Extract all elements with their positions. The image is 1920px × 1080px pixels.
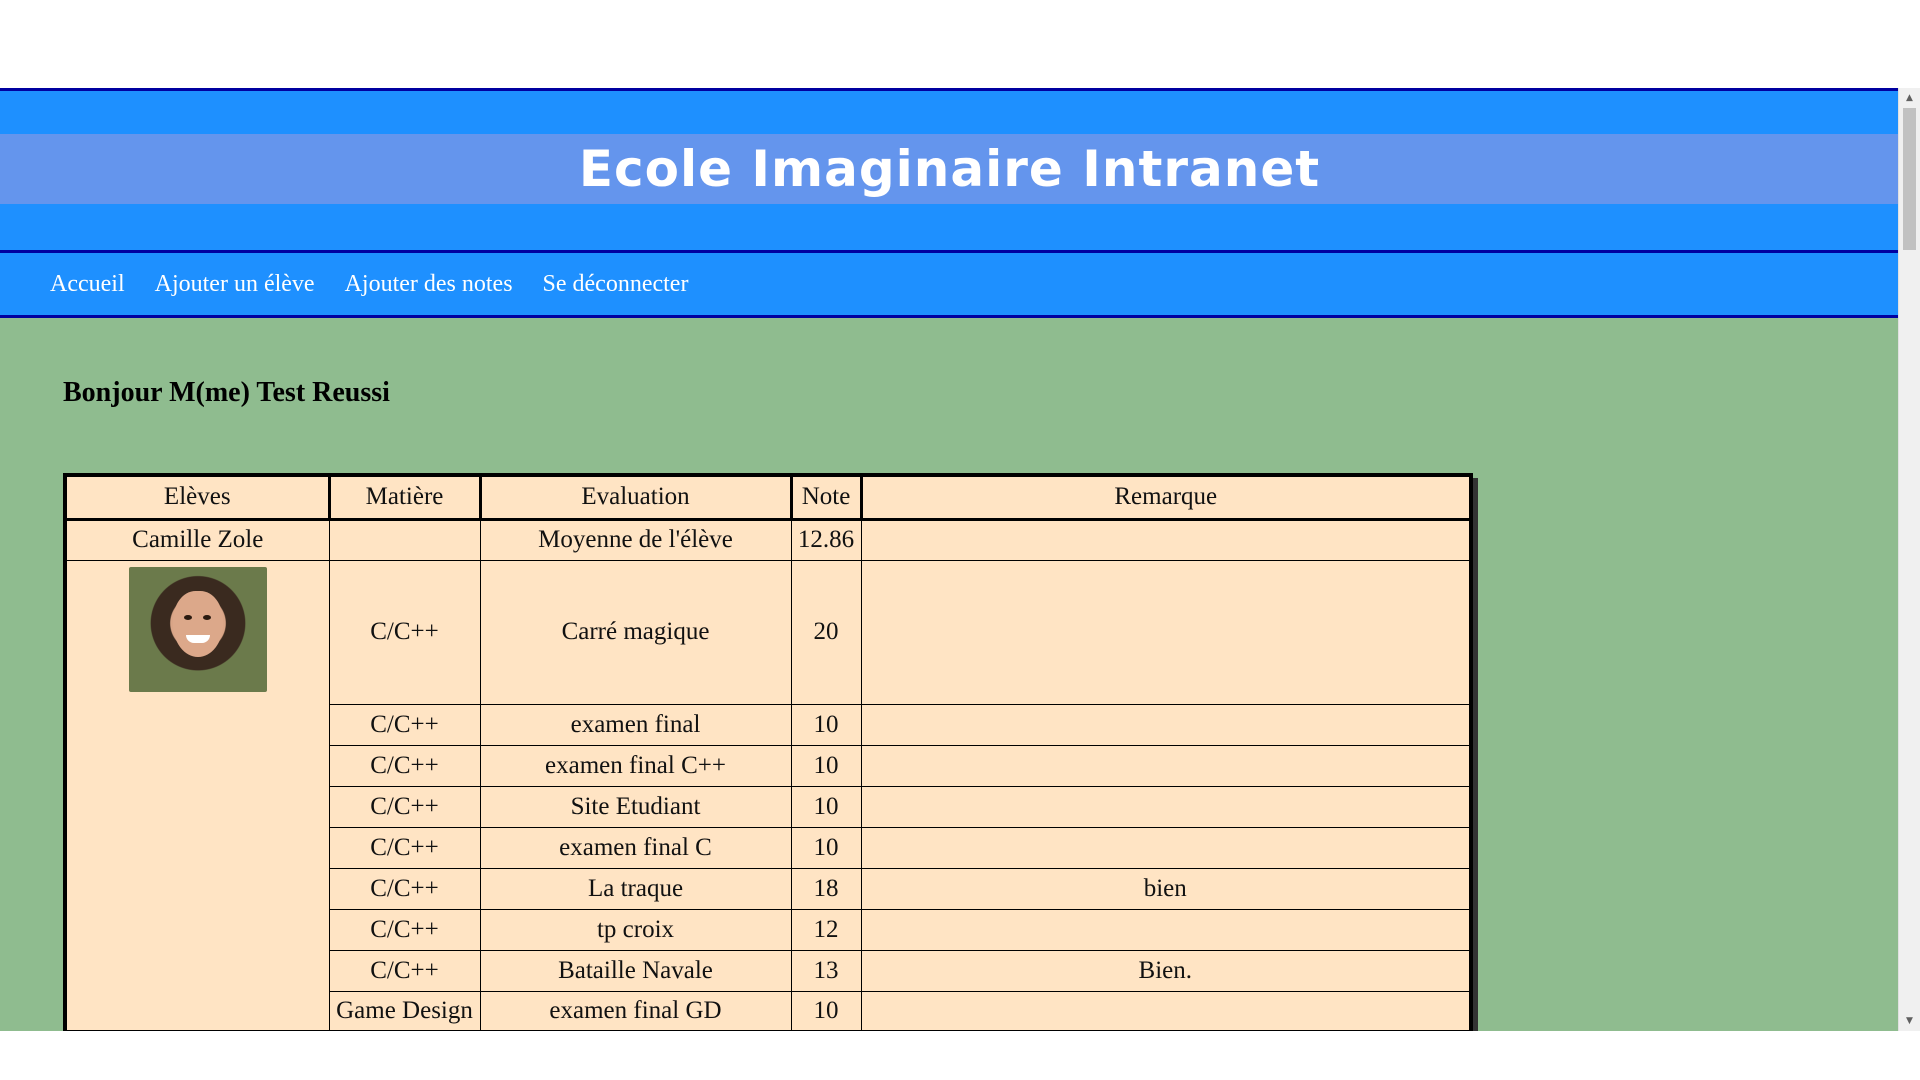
- row-remark: [860, 990, 1472, 1031]
- site-header: Ecole Imaginaire Intranet: [0, 88, 1899, 253]
- row-note: 18: [790, 867, 862, 910]
- row-evaluation: Bataille Navale: [479, 949, 792, 992]
- student-summary-row: Camille Zole Moyenne de l'élève 12.86: [64, 518, 1472, 561]
- site-title: Ecole Imaginaire Intranet: [578, 140, 1321, 198]
- row-evaluation: Site Etudiant: [479, 785, 792, 828]
- row-remark: [860, 785, 1472, 828]
- row-evaluation: examen final: [479, 703, 792, 746]
- row-subject: C/C++: [328, 908, 481, 951]
- row-note: 10: [790, 744, 862, 787]
- student-name: Camille Zole: [64, 518, 330, 561]
- browser-viewport: Ecole Imaginaire Intranet Accueil Ajoute…: [0, 88, 1920, 1031]
- row-evaluation: examen final GD: [479, 990, 792, 1031]
- table-header-row: Elèves Matière Evaluation Note Remarque: [64, 474, 1472, 521]
- row-subject: C/C++: [328, 867, 481, 910]
- row-note: 10: [790, 826, 862, 869]
- row-subject: C/C++: [328, 559, 481, 705]
- row-subject: C/C++: [328, 744, 481, 787]
- nav-deconnecter[interactable]: Se déconnecter: [543, 271, 689, 298]
- row-subject: Game Design: [328, 990, 481, 1031]
- eye-right: [202, 614, 211, 620]
- row-note: 12: [790, 908, 862, 951]
- row-subject: C/C++: [328, 826, 481, 869]
- row-evaluation: tp croix: [479, 908, 792, 951]
- header-eleves: Elèves: [64, 474, 331, 521]
- scrollbar-thumb[interactable]: [1903, 108, 1916, 250]
- row-remark: [860, 826, 1472, 869]
- row-remark: Bien.: [860, 949, 1472, 992]
- average-value: 12.86: [790, 518, 862, 561]
- row-evaluation: examen final C: [479, 826, 792, 869]
- main-nav: Accueil Ajouter un élève Ajouter des not…: [0, 253, 1899, 318]
- smile-shape: [185, 634, 210, 643]
- table-row: C/C++ Carré magique 20: [64, 559, 1472, 1031]
- student-photo-cell: [64, 559, 330, 1031]
- row-note: 10: [790, 990, 862, 1031]
- row-note: 13: [790, 949, 862, 992]
- row-evaluation: La traque: [479, 867, 792, 910]
- row-subject: C/C++: [328, 949, 481, 992]
- greeting: Bonjour M(me) Test Reussi: [63, 377, 390, 408]
- nav-ajouter-notes[interactable]: Ajouter des notes: [345, 271, 513, 298]
- row-note: 10: [790, 703, 862, 746]
- row-evaluation: examen final C++: [479, 744, 792, 787]
- title-strip: Ecole Imaginaire Intranet: [0, 134, 1899, 204]
- page: Ecole Imaginaire Intranet Accueil Ajoute…: [0, 88, 1899, 1031]
- eye-left: [183, 614, 192, 620]
- header-note: Note: [790, 474, 863, 521]
- summary-subject: [328, 518, 481, 561]
- scroll-up-arrow-icon[interactable]: ▲: [1899, 90, 1920, 106]
- row-remark: bien: [860, 867, 1472, 910]
- nav-ajouter-eleve[interactable]: Ajouter un élève: [155, 271, 315, 298]
- nav-accueil[interactable]: Accueil: [50, 271, 125, 298]
- face-shape: [172, 590, 223, 657]
- header-evaluation: Evaluation: [479, 474, 793, 521]
- row-subject: C/C++: [328, 703, 481, 746]
- row-note: 10: [790, 785, 862, 828]
- row-remark: [860, 908, 1472, 951]
- header-matiere: Matière: [328, 474, 482, 521]
- header-remarque: Remarque: [860, 474, 1472, 521]
- row-remark: [860, 744, 1472, 787]
- vertical-scrollbar[interactable]: ▲ ▼: [1898, 88, 1920, 1031]
- scroll-down-arrow-icon[interactable]: ▼: [1899, 1013, 1920, 1029]
- row-remark: [860, 559, 1472, 705]
- row-subject: C/C++: [328, 785, 481, 828]
- grades-table: Elèves Matière Evaluation Note Remarque …: [63, 473, 1473, 1031]
- row-note: 20: [790, 559, 862, 705]
- summary-remark: [860, 518, 1472, 561]
- row-remark: [860, 703, 1472, 746]
- student-photo: [128, 566, 267, 692]
- average-label: Moyenne de l'élève: [479, 518, 792, 561]
- row-evaluation: Carré magique: [479, 559, 792, 705]
